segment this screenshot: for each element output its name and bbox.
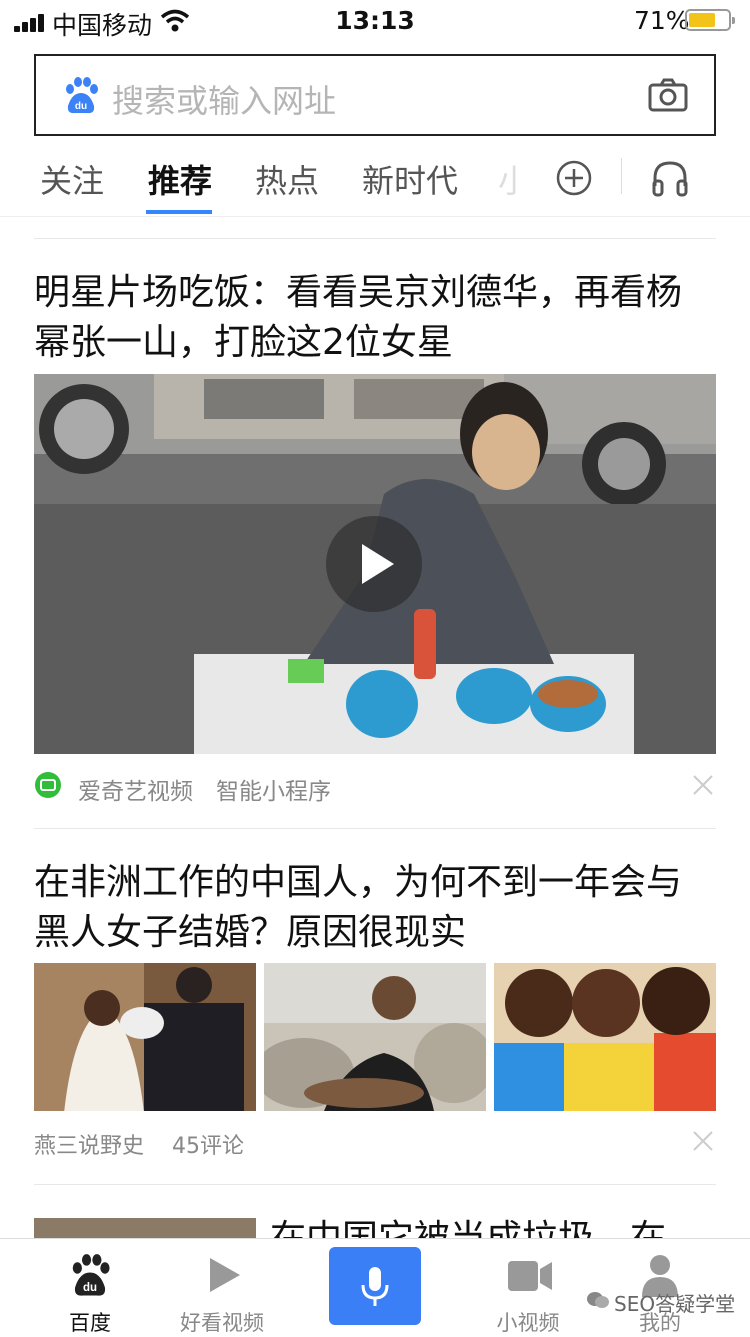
- comment-count[interactable]: 45评论: [172, 1128, 244, 1160]
- short-video-icon[interactable]: [506, 1257, 554, 1295]
- article-title[interactable]: 在中国它被当成垃圾，在: [270, 1214, 710, 1238]
- tab-new-era[interactable]: 新时代: [362, 156, 458, 202]
- headphones-icon[interactable]: [650, 158, 690, 198]
- article-image[interactable]: [34, 1218, 256, 1238]
- bottom-nav: du 百度 好看视频 小视频 我的: [0, 1238, 750, 1335]
- tab-recommend[interactable]: 推荐: [148, 156, 212, 202]
- play-video-icon[interactable]: [204, 1255, 244, 1295]
- article-image[interactable]: [494, 963, 716, 1111]
- article-tag: 智能小程序: [216, 779, 331, 805]
- battery-icon: [685, 9, 735, 31]
- active-tab-indicator: [146, 210, 212, 214]
- tab-follow[interactable]: 关注: [40, 156, 104, 202]
- nav-label-haokan[interactable]: 好看视频: [162, 1307, 282, 1337]
- tab-hot[interactable]: 热点: [255, 156, 319, 202]
- voice-search-button[interactable]: [329, 1247, 421, 1325]
- article-image[interactable]: [264, 963, 486, 1111]
- baidu-paw-icon: du: [66, 77, 98, 114]
- article-source[interactable]: 燕三说野史: [34, 1128, 144, 1160]
- divider: [34, 238, 716, 239]
- wechat-icon: [587, 1292, 609, 1308]
- add-channel-icon[interactable]: [555, 159, 593, 197]
- tab-small[interactable]: 小: [498, 156, 518, 202]
- divider: [34, 828, 716, 829]
- search-input[interactable]: 搜索或输入网址: [112, 76, 336, 122]
- svg-text:du: du: [75, 101, 87, 112]
- dismiss-icon[interactable]: [692, 1130, 714, 1152]
- video-thumbnail[interactable]: [34, 374, 716, 754]
- nav-label-short-video[interactable]: 小视频: [468, 1307, 588, 1337]
- article-title-clip: 在中国它被当成垃圾，在: [270, 1214, 710, 1238]
- dismiss-icon[interactable]: [692, 774, 714, 796]
- article-source[interactable]: 爱奇艺视频: [78, 772, 193, 806]
- svg-text:du: du: [83, 1282, 97, 1294]
- camera-icon[interactable]: [648, 78, 688, 112]
- battery-percent: 71%: [634, 6, 690, 35]
- article-image[interactable]: [34, 963, 256, 1111]
- tab-divider: [621, 158, 622, 194]
- iqiyi-logo-icon: [35, 772, 61, 798]
- divider: [34, 1184, 716, 1185]
- article-title[interactable]: 明星片场吃饭：看看吴京刘德华，再看杨幂张一山，打脸这2位女星: [34, 268, 716, 368]
- status-bar: 中国移动 13:13 71%: [0, 0, 750, 44]
- baidu-home-icon[interactable]: du: [68, 1253, 112, 1299]
- watermark: SEO答疑学堂: [614, 1292, 736, 1316]
- channel-tabs: 关注 推荐 热点 新时代 小: [0, 140, 750, 217]
- search-bar[interactable]: du 搜索或输入网址: [34, 54, 716, 136]
- microphone-icon: [361, 1267, 389, 1306]
- article-title[interactable]: 在非洲工作的中国人，为何不到一年会与黑人女子结婚？原因很现实: [34, 858, 716, 958]
- nav-label-home[interactable]: 百度: [30, 1307, 150, 1337]
